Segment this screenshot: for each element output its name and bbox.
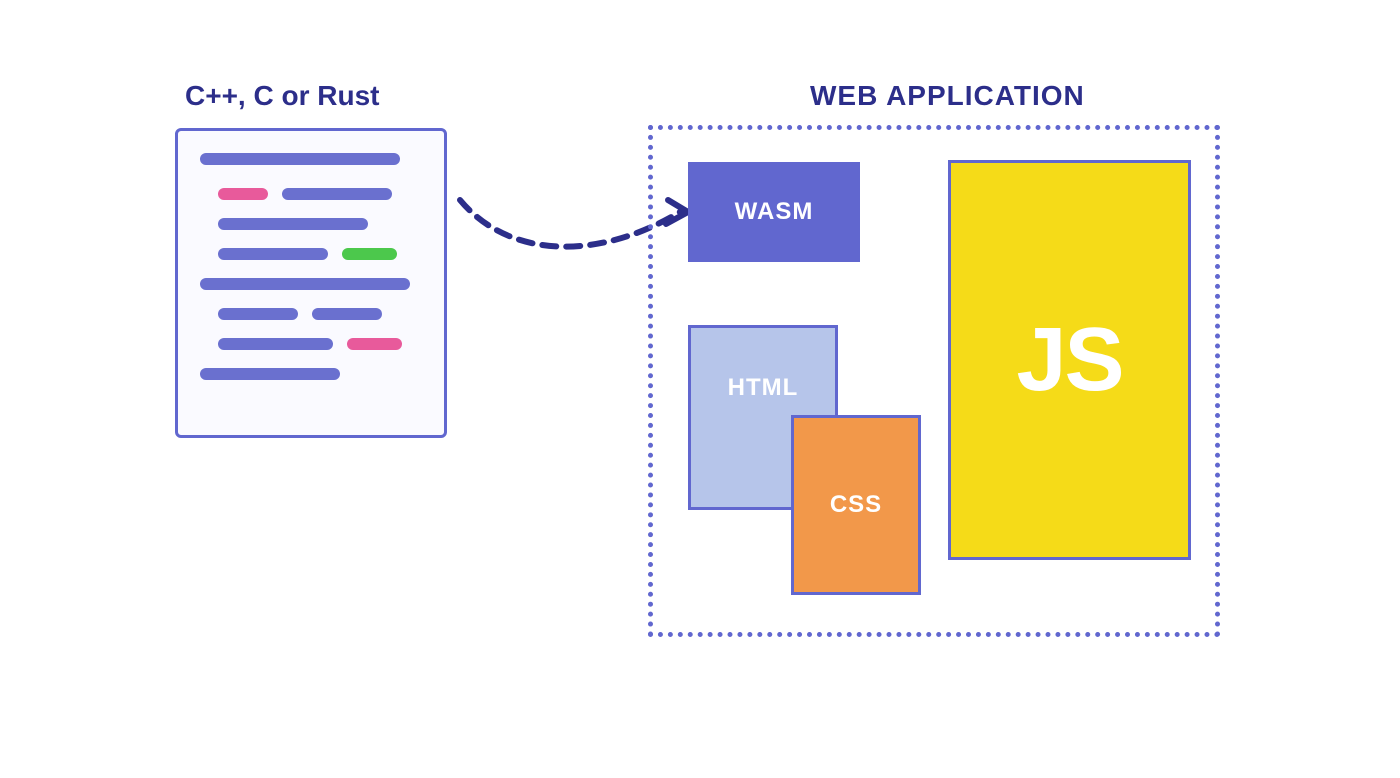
code-line	[218, 338, 333, 350]
js-block: JS	[948, 160, 1191, 560]
code-line	[218, 248, 328, 260]
wasm-block: WASM	[688, 162, 860, 262]
code-line	[200, 368, 340, 380]
code-line-keyword	[347, 338, 402, 350]
source-languages-title: C++, C or Rust	[185, 80, 379, 112]
code-line	[312, 308, 382, 320]
diagram-canvas: C++, C or Rust WEB APPLICATION WASM HTM	[0, 0, 1400, 778]
code-line	[200, 278, 410, 290]
web-application-title: WEB APPLICATION	[810, 80, 1085, 112]
source-code-document	[175, 128, 447, 438]
code-line	[218, 218, 368, 230]
css-block: CSS	[791, 415, 921, 595]
code-line-string	[342, 248, 397, 260]
code-line	[282, 188, 392, 200]
code-line	[218, 308, 298, 320]
web-application-container: WASM HTML CSS JS	[648, 125, 1220, 637]
code-line	[200, 153, 400, 165]
code-line-keyword	[218, 188, 268, 200]
